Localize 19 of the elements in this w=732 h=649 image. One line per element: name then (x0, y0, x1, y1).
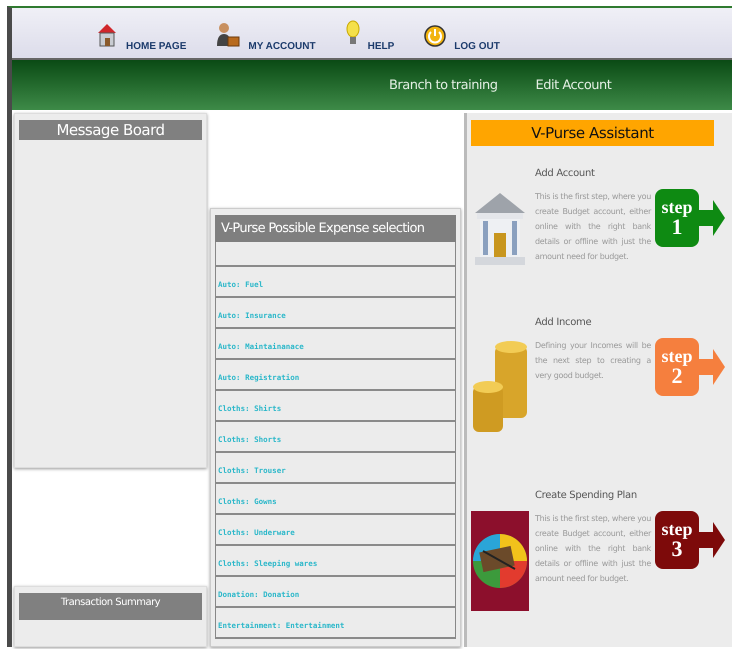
menu-link[interactable]: Edit Account (536, 78, 612, 92)
panel-title: V-Purse Possible Expense selection (215, 215, 456, 242)
step-description: This is the first step, where you create Budget account, either online with the right bank details or offline with just the amount need for budget. (535, 191, 651, 263)
panel-title: V-Purse Assistant (471, 120, 714, 146)
nav-link[interactable]: HOME PAGE (126, 41, 186, 52)
step-description: Defining your Incomes will be the next step to creating a very good budget. (535, 340, 651, 382)
house-icon (96, 22, 118, 48)
nav-link[interactable]: LOG OUT (454, 41, 500, 52)
step-title: Add Account (535, 168, 596, 179)
nav-link[interactable]: MY ACCOUNT (248, 41, 316, 52)
menu-link[interactable]: Branch to training (389, 78, 498, 92)
step-title: Add Income (535, 317, 592, 328)
businessman-icon (216, 22, 240, 48)
step-description: This is the first step, where you create Budget account, either online with the right bank details or offline with just the amount need for budget. (535, 513, 651, 585)
step-title: Create Spending Plan (535, 490, 638, 501)
nav-link[interactable]: HELP (368, 41, 394, 52)
panel-title: Transaction Summary (19, 593, 202, 620)
power-icon (424, 24, 446, 48)
panel-title: Message Board (19, 120, 202, 140)
